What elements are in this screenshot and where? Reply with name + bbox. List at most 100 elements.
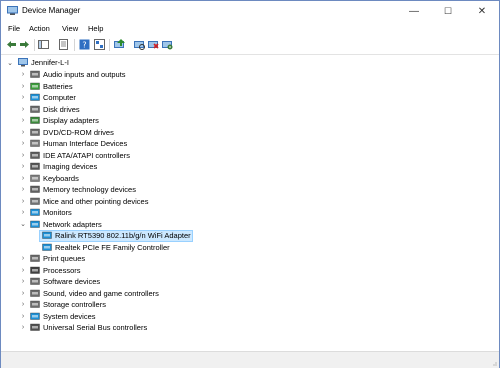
chevron-right-icon[interactable]: › [20,265,26,276]
network-adapter-icon [30,220,40,228]
network-adapter-icon [42,243,52,251]
chevron-right-icon[interactable]: › [20,104,26,115]
tree-root[interactable]: ⌄ Jennifer-L-I [1,57,201,68]
battery-icon [30,82,40,90]
chevron-right-icon[interactable]: › [20,92,26,103]
tree-category[interactable]: › DVD/CD-ROM drives [1,127,301,138]
chevron-right-icon[interactable]: › [20,69,26,80]
chevron-right-icon[interactable]: › [20,173,26,184]
computer-icon [18,58,28,67]
tree-category[interactable]: › Display adapters [1,115,301,126]
tree-category-label: Batteries [43,81,73,91]
devices-by-type-icon[interactable] [94,39,105,50]
tree-device[interactable]: Realtek PCIe FE Family Controller [1,242,301,253]
tree-category-label: Processors [43,265,81,275]
tree-category[interactable]: › Audio inputs and outputs [1,69,301,80]
uninstall-device-icon[interactable] [148,39,159,50]
chevron-right-icon[interactable]: › [20,207,26,218]
tree-category[interactable]: › Memory technology devices [1,184,301,195]
tree-category[interactable]: › Universal Serial Bus controllers [1,322,301,333]
tree-category-label: Monitors [43,208,72,217]
tree-category-label: Imaging devices [43,162,98,171]
menu-help[interactable]: Help [88,24,103,33]
close-button[interactable]: ✕ [465,1,499,21]
tree-category-label: Keyboards [43,173,79,183]
tree-category[interactable]: › Batteries [1,81,301,92]
chevron-right-icon[interactable]: › [20,150,26,161]
toolbar: ? [1,36,499,55]
chevron-right-icon[interactable]: › [20,253,26,264]
dvd-drive-icon [30,128,40,136]
tree-category[interactable]: › Mice and other pointing devices [1,196,301,207]
chevron-right-icon[interactable]: › [20,184,26,195]
chevron-right-icon[interactable]: › [20,311,26,322]
tree-root-label: Jennifer-L-I [31,58,69,67]
tree-category-label: Display adapters [43,116,99,125]
chevron-right-icon[interactable]: › [20,299,26,310]
title-bar[interactable]: Device Manager — ☐ ✕ [1,1,499,22]
keyboard-icon [30,174,40,182]
camera-icon [30,162,40,170]
help-icon[interactable]: ? [79,39,90,50]
ide-controller-icon [30,151,40,159]
status-bar [1,351,499,368]
disable-device-icon[interactable] [162,39,173,50]
tree-category[interactable]: › Sound, video and game controllers [1,288,301,299]
menu-action[interactable]: Action [29,24,50,33]
tree-category[interactable]: › Imaging devices [1,161,301,172]
tree-category-label: Memory technology devices [43,185,136,194]
tree-category[interactable]: › Processors [1,265,301,276]
chevron-right-icon[interactable]: › [20,322,26,333]
show-hide-console-tree-icon[interactable] [38,39,49,50]
back-arrow-icon[interactable] [6,39,17,50]
processor-icon [30,266,40,274]
chevron-right-icon[interactable]: › [20,81,26,92]
forward-arrow-icon[interactable] [19,39,30,50]
device-tree: ⌄ Jennifer-L-I › Audio inputs and outputs… [1,55,499,351]
display-adapter-icon [30,116,40,124]
tree-category[interactable]: › Storage controllers [1,299,301,310]
tree-category[interactable]: › IDE ATA/ATAPI controllers [1,150,301,161]
menu-view[interactable]: View [62,24,78,33]
tree-category[interactable]: › Computer [1,92,301,103]
scan-hardware-icon[interactable] [134,39,145,50]
minimize-button[interactable]: — [397,1,431,21]
menu-file[interactable]: File [8,24,20,33]
tree-device[interactable]: Ralink RT5390 802.11b/g/n WiFi Adapter [1,230,301,242]
mouse-icon [30,197,40,205]
chevron-right-icon[interactable]: › [20,161,26,172]
tree-category[interactable]: › Print queues [1,253,301,264]
svg-text:?: ? [82,41,86,50]
chevron-right-icon[interactable]: › [20,127,26,138]
tree-category[interactable]: › Software devices [1,276,301,287]
resize-grip-icon[interactable] [491,360,497,366]
disk-drive-icon [30,105,40,113]
software-device-icon [30,277,40,285]
tree-category[interactable]: › Disk drives [1,104,301,115]
toolbar-separator [34,39,35,51]
storage-controller-icon [30,300,40,308]
tree-category[interactable]: › System devices [1,311,301,322]
chevron-right-icon[interactable]: › [20,138,26,149]
network-adapter-icon [42,231,52,239]
properties-sheet-icon[interactable] [58,39,69,50]
device-manager-app-icon [7,6,18,15]
chevron-right-icon[interactable]: › [20,288,26,299]
tree-category[interactable]: › Monitors [1,207,301,218]
tree-category[interactable]: ⌄ Network adapters [1,219,301,230]
usb-icon [30,323,40,331]
tree-category[interactable]: › Human Interface Devices [1,138,301,149]
tree-category-label: Audio inputs and outputs [43,70,126,79]
tree-category[interactable]: › Keyboards [1,173,301,184]
update-driver-icon[interactable] [114,39,125,50]
tree-category-label: Print queues [43,254,86,263]
chevron-right-icon[interactable]: › [20,115,26,126]
chevron-down-icon[interactable]: ⌄ [20,219,26,230]
maximize-button[interactable]: ☐ [431,1,465,21]
tree-category-label: Human Interface Devices [43,139,128,148]
chevron-right-icon[interactable]: › [20,276,26,287]
memory-icon [30,185,40,193]
chevron-down-icon[interactable]: ⌄ [7,57,13,68]
chevron-right-icon[interactable]: › [20,196,26,207]
tree-category-label: Sound, video and game controllers [43,288,159,298]
